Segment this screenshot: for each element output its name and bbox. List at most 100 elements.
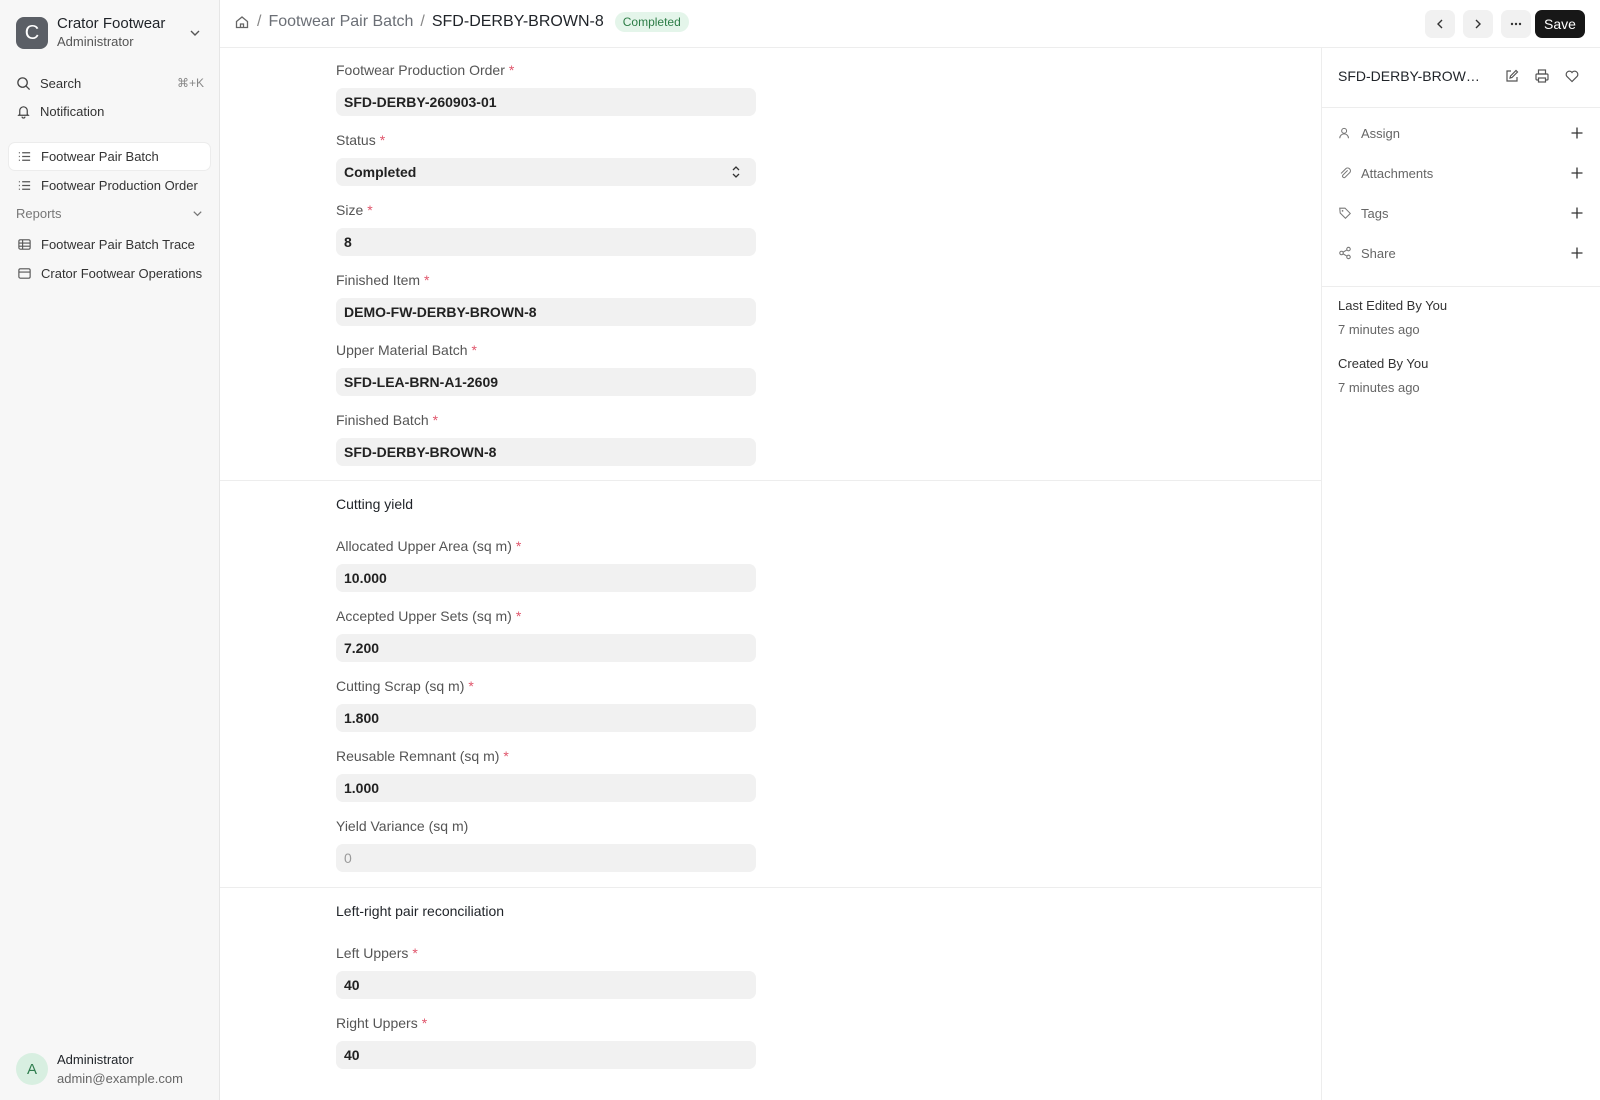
- tags-row[interactable]: Tags: [1338, 202, 1584, 224]
- more-horizontal-icon: [1510, 22, 1522, 26]
- field-label-text: Yield Variance (sq m): [336, 818, 469, 834]
- plus-icon[interactable]: [1570, 246, 1584, 260]
- notification-label: Notification: [40, 103, 105, 119]
- sidebar-item-footwear-production-order[interactable]: Footwear Production Order: [9, 172, 210, 199]
- field-label: Left Uppers *: [336, 945, 756, 965]
- right-uppers-input[interactable]: 40: [336, 1041, 756, 1069]
- required-marker: *: [515, 608, 522, 624]
- required-marker: *: [412, 945, 418, 961]
- plus-icon[interactable]: [1570, 126, 1584, 140]
- field-finished-batch: Finished Batch * SFD-DERBY-BROWN-8: [336, 412, 756, 466]
- sidebar-item-label: Crator Footwear Operations: [41, 266, 203, 281]
- footwear-production-order-input[interactable]: SFD-DERBY-260903-01: [336, 88, 756, 116]
- field-label: Allocated Upper Area (sq m) *: [336, 538, 756, 558]
- field-label: Upper Material Batch *: [336, 342, 756, 362]
- field-label-text: Allocated Upper Area (sq m): [336, 538, 512, 554]
- required-marker: *: [515, 538, 522, 554]
- last-edited-info: Last Edited By You 7 minutes ago: [1338, 294, 1447, 342]
- finished-item-input[interactable]: DEMO-FW-DERBY-BROWN-8: [336, 298, 756, 326]
- chevron-right-icon: [1475, 19, 1481, 29]
- left-uppers-input[interactable]: 40: [336, 971, 756, 999]
- breadcrumb-doctype[interactable]: Footwear Pair Batch: [268, 13, 413, 31]
- search-label: Search: [40, 75, 82, 91]
- field-status: Status * Completed: [336, 132, 756, 186]
- chevron-left-icon: [1437, 19, 1443, 29]
- user-icon: [1339, 127, 1350, 139]
- cutting-scrap-input[interactable]: 1.800: [336, 704, 756, 732]
- user-name: Administrator: [57, 1052, 134, 1067]
- printer-icon[interactable]: [1534, 68, 1550, 84]
- avatar: A: [16, 1053, 48, 1085]
- panel-doc-title: SFD-DERBY-BROWN-8: [1338, 68, 1486, 84]
- assign-row[interactable]: Assign: [1338, 122, 1584, 144]
- reports-section-toggle[interactable]: Reports: [16, 206, 204, 221]
- field-left-uppers: Left Uppers * 40: [336, 945, 756, 999]
- field-label: Cutting Scrap (sq m) *: [336, 678, 756, 698]
- list-icon: [18, 152, 31, 161]
- size-input[interactable]: 8: [336, 228, 756, 256]
- last-edited-time: 7 minutes ago: [1338, 322, 1420, 337]
- search-button[interactable]: Search ⌘+K: [16, 72, 204, 94]
- previous-doc-button[interactable]: [1425, 10, 1455, 38]
- edit-icon[interactable]: [1504, 68, 1520, 84]
- sidebar-item-footwear-pair-batch[interactable]: Footwear Pair Batch: [9, 143, 210, 170]
- sidebar: C Crator Footwear Administrator Search ⌘…: [0, 0, 220, 1100]
- required-marker: *: [471, 342, 477, 358]
- plus-icon[interactable]: [1570, 206, 1584, 220]
- share-icon: [1339, 246, 1351, 260]
- table-icon: [18, 239, 31, 250]
- sidebar-item-label: Footwear Pair Batch Trace: [41, 237, 195, 252]
- share-row[interactable]: Share: [1338, 242, 1584, 264]
- breadcrumb-separator: /: [420, 13, 425, 30]
- breadcrumb: / Footwear Pair Batch / SFD-DERBY-BROWN-…: [234, 12, 689, 32]
- finished-batch-input[interactable]: SFD-DERBY-BROWN-8: [336, 438, 756, 466]
- upper-material-batch-input[interactable]: SFD-LEA-BRN-A1-2609: [336, 368, 756, 396]
- created-info: Created By You 7 minutes ago: [1338, 352, 1428, 400]
- field-finished-item: Finished Item * DEMO-FW-DERBY-BROWN-8: [336, 272, 756, 326]
- notification-button[interactable]: Notification: [16, 100, 204, 122]
- section-divider: [220, 480, 1321, 481]
- sidebar-item-footwear-pair-batch-trace[interactable]: Footwear Pair Batch Trace: [9, 231, 210, 258]
- share-label: Share: [1361, 245, 1396, 261]
- status-select[interactable]: Completed: [336, 158, 756, 186]
- workspace-switcher[interactable]: C Crator Footwear Administrator: [16, 15, 204, 50]
- attachments-row[interactable]: Attachments: [1338, 162, 1584, 184]
- plus-icon[interactable]: [1570, 166, 1584, 180]
- field-label: Accepted Upper Sets (sq m) *: [336, 608, 756, 628]
- reusable-remnant-input[interactable]: 1.000: [336, 774, 756, 802]
- form-body: Footwear Production Order * SFD-DERBY-260…: [220, 48, 1322, 1100]
- home-icon[interactable]: [234, 14, 250, 30]
- field-label-text: Finished Item: [336, 272, 421, 288]
- field-label-text: Right Uppers: [336, 1015, 418, 1031]
- more-actions-button[interactable]: [1501, 10, 1531, 38]
- yield-variance-input[interactable]: 0: [336, 844, 756, 872]
- field-label-text: Reusable Remnant (sq m): [336, 748, 500, 764]
- field-upper-material-batch: Upper Material Batch * SFD-LEA-BRN-A1-260…: [336, 342, 756, 396]
- breadcrumb-separator: /: [257, 13, 262, 30]
- sidebar-item-crator-footwear-operations[interactable]: Crator Footwear Operations: [9, 260, 210, 287]
- allocated-upper-area-input[interactable]: 10.000: [336, 564, 756, 592]
- created-label: Created By You: [1338, 356, 1429, 371]
- field-label: Right Uppers *: [336, 1015, 756, 1035]
- sidebar-item-label: Footwear Production Order: [41, 178, 198, 193]
- accepted-upper-sets-input[interactable]: 7.200: [336, 634, 756, 662]
- next-doc-button[interactable]: [1463, 10, 1493, 38]
- panel-divider: [1322, 286, 1600, 287]
- field-accepted-upper-sets: Accepted Upper Sets (sq m) * 7.200: [336, 608, 756, 662]
- search-shortcut: ⌘+K: [176, 76, 204, 90]
- heart-icon[interactable]: [1564, 68, 1580, 84]
- field-label: Finished Batch *: [336, 412, 756, 432]
- dashboard-icon: [18, 268, 31, 279]
- document-sidebar: SFD-DERBY-BROWN-8 Assign Attachments Tag…: [1322, 48, 1600, 1100]
- search-icon: [17, 76, 31, 90]
- brand-name: Crator Footwear: [57, 15, 166, 32]
- assign-label: Assign: [1361, 125, 1401, 141]
- field-footwear-production-order: Footwear Production Order * SFD-DERBY-260…: [336, 62, 756, 116]
- user-menu[interactable]: A Administrator admin@example.com: [16, 1050, 183, 1088]
- field-reusable-remnant: Reusable Remnant (sq m) * 1.000: [336, 748, 756, 802]
- field-cutting-scrap: Cutting Scrap (sq m) * 1.800: [336, 678, 756, 732]
- tag-icon: [1339, 207, 1351, 219]
- topbar: / Footwear Pair Batch / SFD-DERBY-BROWN-…: [220, 0, 1600, 48]
- save-button[interactable]: Save: [1535, 10, 1585, 38]
- attachments-label: Attachments: [1361, 165, 1434, 181]
